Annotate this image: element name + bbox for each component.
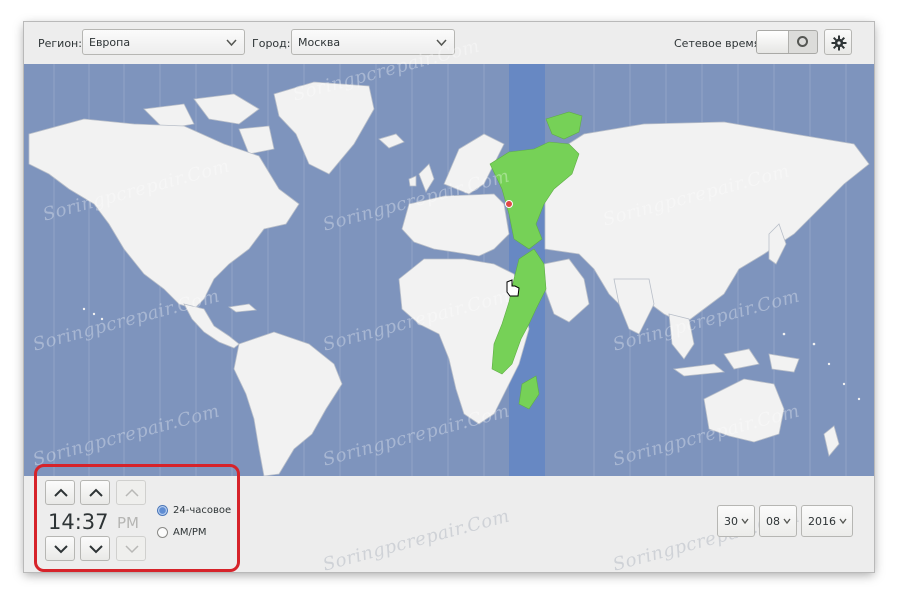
location-pin-icon[interactable] [505, 200, 513, 208]
month-combobox[interactable]: 08 [759, 505, 797, 537]
chevron-down-icon [741, 518, 749, 525]
region-value: Европа [89, 36, 131, 49]
day-combobox[interactable]: 30 [717, 505, 755, 537]
city-combobox[interactable]: Москва [291, 29, 455, 55]
chevron-down-icon [226, 39, 237, 47]
year-value: 2016 [808, 515, 836, 528]
top-toolbar: Регион: Европа Город: Москва Сетевое вре… [24, 22, 874, 64]
city-label: Город: [252, 37, 291, 50]
network-time-switch[interactable] [756, 30, 818, 54]
network-time-label: Сетевое время [674, 37, 761, 50]
settings-button[interactable] [824, 29, 852, 55]
switch-knob [757, 31, 789, 53]
region-label: Регион: [38, 37, 82, 50]
chevron-down-icon [839, 518, 847, 525]
city-value: Москва [298, 36, 341, 49]
chevron-down-icon [783, 518, 791, 525]
timezone-map[interactable] [24, 64, 874, 477]
chevron-down-icon [436, 39, 447, 47]
month-value: 08 [766, 515, 780, 528]
gear-icon [831, 35, 847, 51]
day-value: 30 [724, 515, 738, 528]
switch-off-icon [797, 36, 808, 47]
region-combobox[interactable]: Европа [82, 29, 245, 55]
year-combobox[interactable]: 2016 [801, 505, 853, 537]
time-controls-highlight [34, 464, 240, 572]
world-map [28, 64, 870, 477]
